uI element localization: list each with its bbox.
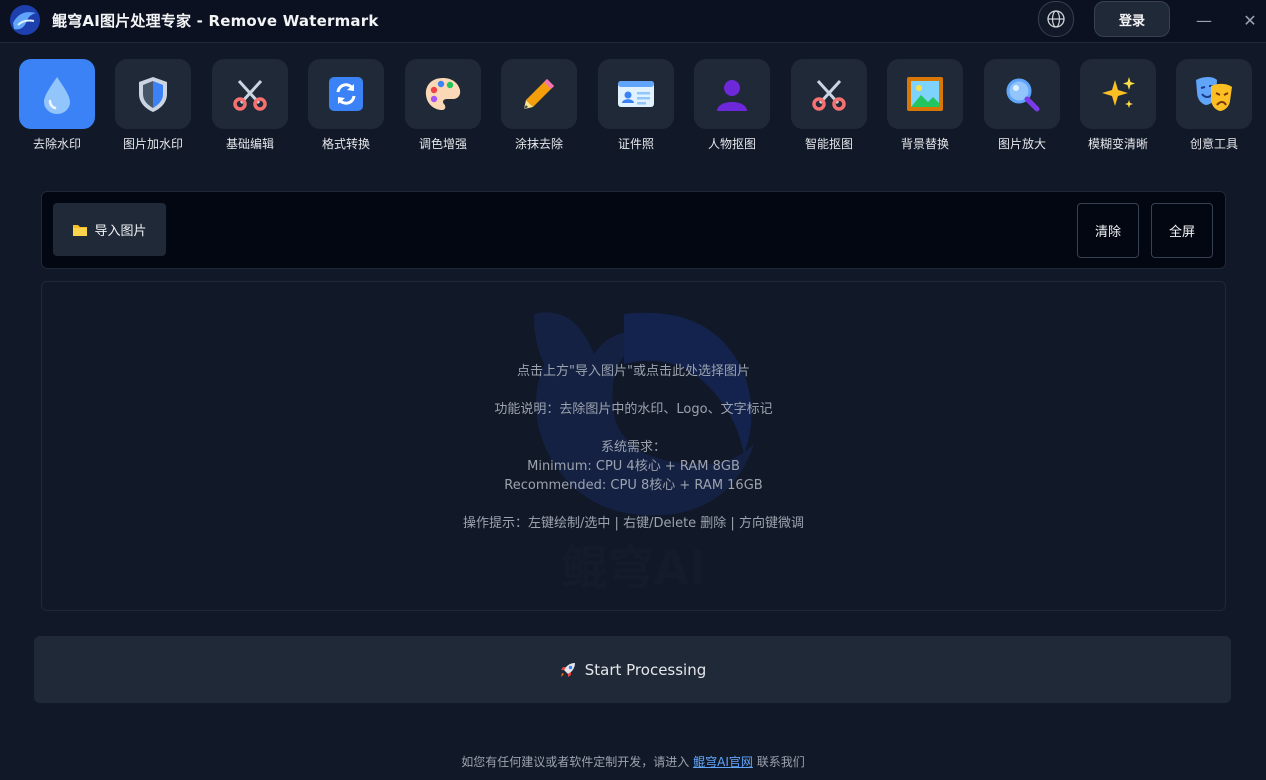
app-title: 鲲穹AI图片处理专家 - Remove Watermark xyxy=(52,12,379,30)
tool-label: 证件照 xyxy=(617,137,654,151)
tool-label: 创意工具 xyxy=(1189,137,1238,151)
requirements-title: 系统需求： xyxy=(600,440,666,455)
tool-remove-watermark[interactable]: 去除水印 xyxy=(19,59,95,152)
import-image-button[interactable]: 导入图片 xyxy=(53,203,166,256)
magnifier-icon xyxy=(1006,78,1040,112)
svg-text:鲲穹AI: 鲲穹AI xyxy=(562,541,707,594)
title-bar: 鲲穹AI图片处理专家 - Remove Watermark 登录 — ✕ xyxy=(0,0,1266,43)
tool-label: 图片加水印 xyxy=(122,137,183,151)
tool-deblur[interactable]: 模糊变清晰 xyxy=(1080,59,1156,152)
tool-smear-remove[interactable]: 涂抹去除 xyxy=(501,59,577,152)
folder-icon xyxy=(73,224,88,236)
fullscreen-button[interactable]: 全屏 xyxy=(1151,203,1213,258)
tool-label: 涂抹去除 xyxy=(514,137,563,151)
minimize-button[interactable]: — xyxy=(1192,8,1216,32)
drop-hint: 点击上方"导入图片"或点击此处选择图片 xyxy=(517,364,750,379)
masks-icon xyxy=(1196,77,1232,111)
tool-basic-edit[interactable]: 基础编辑 xyxy=(212,59,288,152)
sparkles-icon xyxy=(1102,77,1135,108)
tool-label: 调色增强 xyxy=(418,137,467,151)
palette-icon xyxy=(425,78,461,110)
scissors-icon xyxy=(233,79,267,111)
shield-icon xyxy=(139,77,167,112)
tool-smart-cutout[interactable]: 智能抠图 xyxy=(791,59,867,152)
tool-label: 人物抠图 xyxy=(707,137,756,151)
language-button[interactable] xyxy=(1038,1,1074,37)
tool-label: 格式转换 xyxy=(321,137,370,151)
official-site-link[interactable]: 鲲穹AI官网 xyxy=(693,755,753,769)
tool-person-cutout[interactable]: 人物抠图 xyxy=(694,59,770,152)
import-image-label: 导入图片 xyxy=(94,224,147,239)
login-button[interactable]: 登录 xyxy=(1094,1,1170,37)
requirements-minimum: Minimum: CPU 4核心 + RAM 8GB xyxy=(527,459,740,474)
tool-label: 去除水印 xyxy=(32,137,81,151)
clear-button[interactable]: 清除 xyxy=(1077,203,1139,258)
image-drop-zone[interactable]: 鲲穹AI 点击上方"导入图片"或点击此处选择图片 功能说明：去除图片中的水印、L… xyxy=(41,281,1226,611)
water-drop-icon xyxy=(44,77,70,114)
operation-tips: 操作提示：左键绘制/选中 | 右键/Delete 删除 | 方向键微调 xyxy=(463,516,804,531)
picture-icon xyxy=(907,77,943,111)
tool-label: 基础编辑 xyxy=(225,137,274,151)
app-logo-icon xyxy=(10,5,40,35)
requirements-recommended: Recommended: CPU 8核心 + RAM 16GB xyxy=(504,478,763,493)
person-icon xyxy=(717,80,747,111)
tool-label: 背景替换 xyxy=(900,137,949,151)
refresh-icon xyxy=(329,77,363,111)
id-card-icon xyxy=(618,81,654,107)
feature-description: 功能说明：去除图片中的水印、Logo、文字标记 xyxy=(494,402,773,417)
scissors-icon xyxy=(812,79,846,111)
tool-id-photo[interactable]: 证件照 xyxy=(598,59,674,152)
tool-background-replace[interactable]: 背景替换 xyxy=(887,59,963,152)
tool-label: 图片放大 xyxy=(997,137,1046,151)
tool-color-enhance[interactable]: 调色增强 xyxy=(405,59,481,152)
import-panel: 导入图片 清除 全屏 xyxy=(41,191,1226,269)
tool-format-convert[interactable]: 格式转换 xyxy=(308,59,384,152)
close-button[interactable]: ✕ xyxy=(1238,8,1262,32)
tool-label: 智能抠图 xyxy=(804,137,853,151)
rocket-icon xyxy=(560,662,575,677)
footer: 如您有任何建议或者软件定制开发，请进入 鲲穹AI官网 联系我们 xyxy=(0,753,1266,770)
tool-image-upscale[interactable]: 图片放大 xyxy=(984,59,1060,152)
footer-suffix: 联系我们 xyxy=(756,755,805,769)
pencil-icon xyxy=(524,79,554,109)
footer-prefix: 如您有任何建议或者软件定制开发，请进入 xyxy=(461,755,690,769)
start-processing-button[interactable]: Start Processing xyxy=(34,636,1231,703)
tool-creative[interactable]: 创意工具 xyxy=(1176,59,1252,152)
tool-add-watermark[interactable]: 图片加水印 xyxy=(115,59,191,152)
start-processing-label: Start Processing xyxy=(584,660,707,679)
globe-icon xyxy=(1047,10,1065,28)
tool-label: 模糊变清晰 xyxy=(1087,137,1148,151)
